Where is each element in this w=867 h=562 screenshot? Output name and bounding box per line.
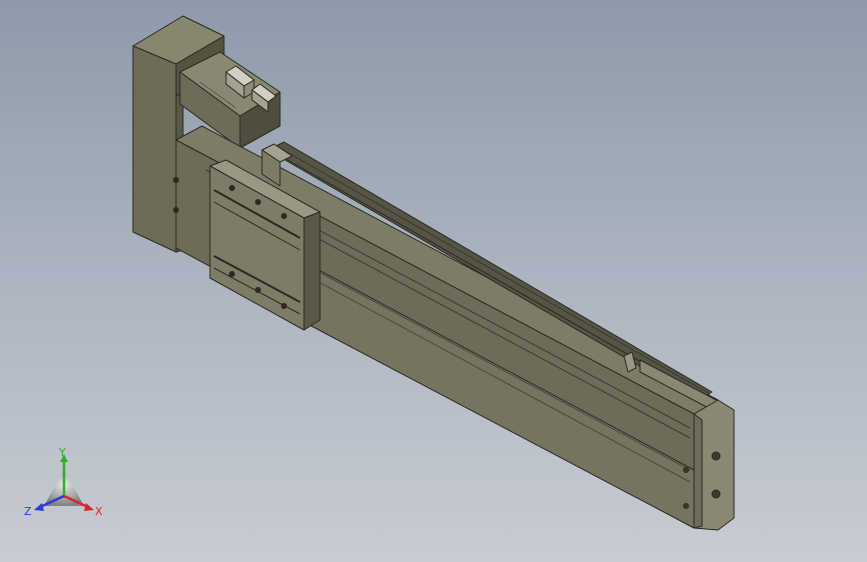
carriage [209, 143, 321, 331]
z-axis-label: Z [24, 505, 32, 518]
z-axis-arrow [34, 503, 44, 511]
linear-actuator-model[interactable] [0, 0, 867, 562]
x-axis-arrow [84, 503, 94, 511]
cad-viewport[interactable]: Y X Z [0, 0, 867, 562]
x-axis-label: X [95, 505, 103, 518]
orientation-triad: Y X Z [24, 448, 103, 518]
y-axis-label: Y [58, 448, 66, 459]
